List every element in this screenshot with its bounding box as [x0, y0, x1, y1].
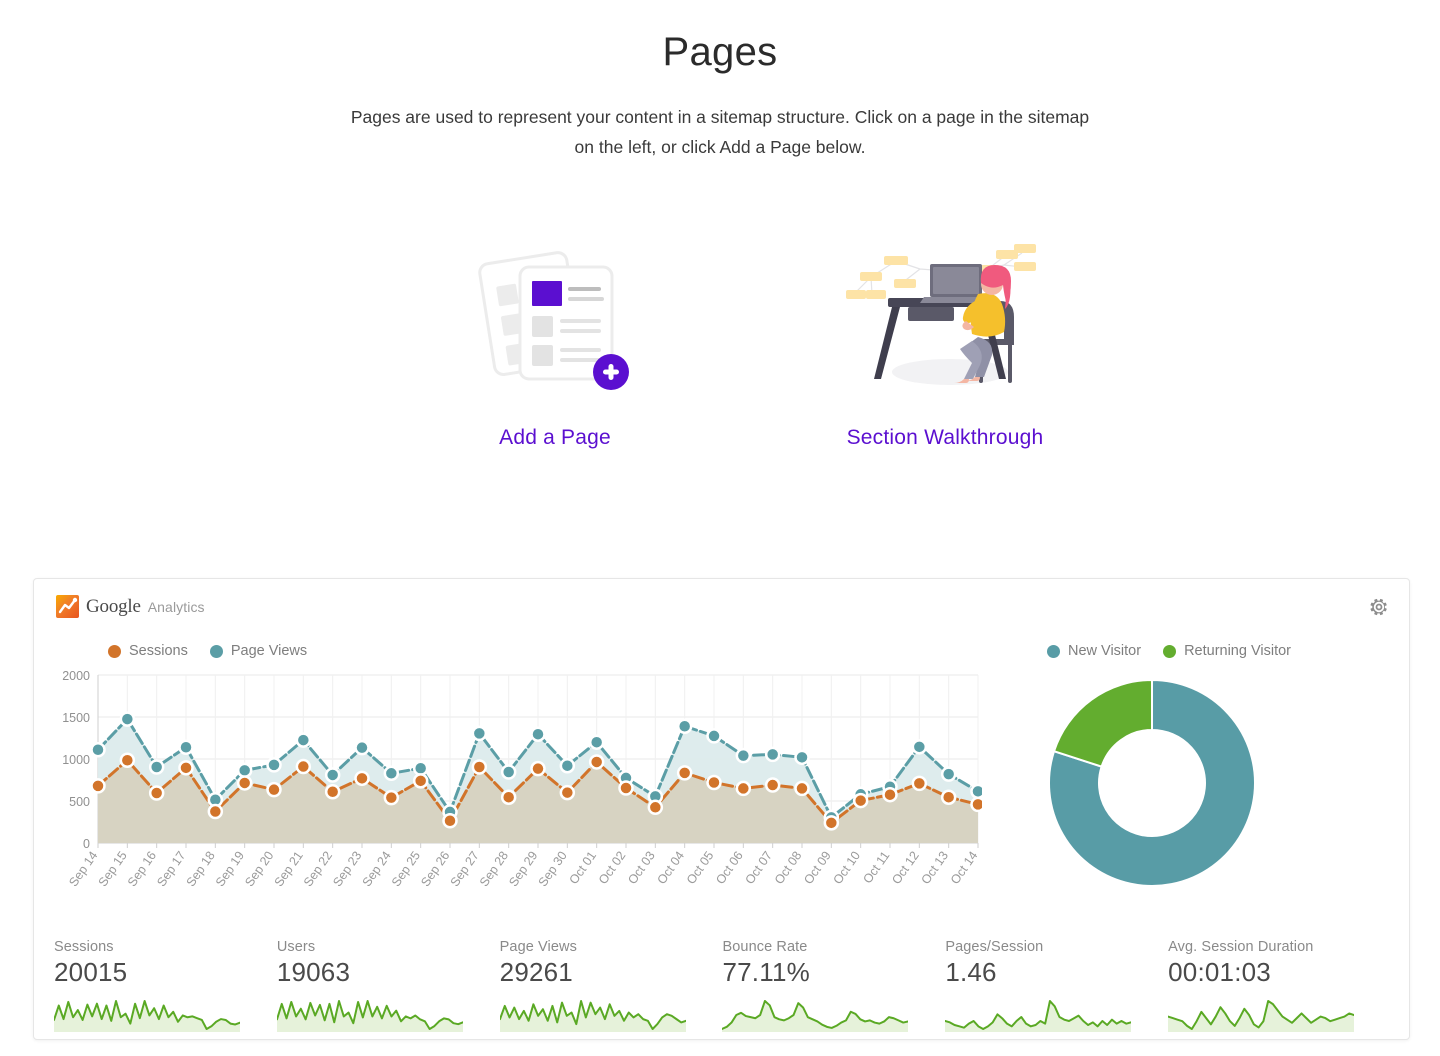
add-page-icon: [477, 251, 629, 390]
metric-page-views: Page Views 29261: [499, 939, 723, 1032]
svg-text:Sep 23: Sep 23: [330, 849, 364, 890]
svg-text:Sep 14: Sep 14: [66, 849, 100, 890]
new-visitor-color-dot: [1047, 644, 1060, 658]
svg-text:Sep 19: Sep 19: [213, 849, 247, 890]
section-walkthrough-tile[interactable]: Section Walkthrough: [820, 234, 1070, 450]
svg-text:Oct 05: Oct 05: [684, 849, 717, 887]
svg-text:Oct 06: Oct 06: [713, 849, 746, 887]
svg-text:Sep 15: Sep 15: [96, 849, 130, 890]
sessions-pageviews-line-chart: 0 500 1000 1500 2000 Sep 14 Sep 15 Sep 16 Sep 17…: [52, 667, 982, 917]
svg-text:Sep 25: Sep 25: [389, 849, 423, 890]
ga-brand: Google Analytics: [56, 595, 205, 618]
svg-text:Sep 28: Sep 28: [477, 849, 511, 890]
svg-text:Oct 14: Oct 14: [948, 849, 981, 887]
svg-text:Sep 20: Sep 20: [242, 849, 276, 890]
svg-text:Sep 22: Sep 22: [301, 849, 335, 890]
metric-label: Bounce Rate: [722, 939, 808, 955]
svg-text:Oct 10: Oct 10: [831, 849, 864, 887]
metric-value: 00:01:03: [1168, 957, 1271, 987]
metric-label: Pages/Session: [945, 939, 1044, 955]
metric-value: 1.46: [945, 957, 997, 987]
legend-item-sessions[interactable]: Sessions: [108, 643, 188, 659]
svg-text:Sep 16: Sep 16: [125, 849, 159, 890]
legend-label-new-visitor: New Visitor: [1068, 643, 1142, 659]
svg-text:Sep 21: Sep 21: [272, 849, 306, 890]
add-page-illustration: [468, 234, 643, 404]
legend-item-page-views[interactable]: Page Views: [209, 643, 308, 659]
metric-sparkline: [1168, 998, 1355, 1032]
svg-text:Oct 09: Oct 09: [801, 849, 834, 887]
line-chart-legend: Sessions Page Views: [108, 643, 307, 659]
legend-label-page-views: Page Views: [230, 643, 308, 659]
svg-text:Sep 27: Sep 27: [448, 849, 482, 890]
svg-text:Sep 17: Sep 17: [154, 849, 188, 890]
svg-text:Sep 18: Sep 18: [184, 849, 218, 890]
metric-pages-per-session: Pages/Session 1.46: [945, 939, 1168, 1032]
metric-sparkline: [499, 998, 686, 1032]
svg-text:Oct 04: Oct 04: [655, 849, 688, 887]
svg-text:Oct 03: Oct 03: [625, 849, 658, 887]
svg-text:Oct 07: Oct 07: [743, 849, 776, 887]
metric-label: Users: [276, 939, 316, 955]
metric-avg-session-duration: Avg. Session Duration 00:01:03: [1168, 939, 1391, 1032]
walkthrough-icon: [845, 244, 1036, 385]
svg-text:Sep 29: Sep 29: [506, 849, 540, 890]
ga-brand-google: Google: [86, 595, 141, 617]
metric-bounce-rate: Bounce Rate 77.11%: [722, 939, 945, 1032]
metric-label: Avg. Session Duration: [1168, 939, 1314, 955]
add-a-page-label: Add a Page: [499, 426, 611, 449]
legend-item-returning-visitor[interactable]: Returning Visitor: [1163, 643, 1291, 659]
metric-sparkline: [945, 998, 1132, 1032]
metric-sparkline: [54, 998, 240, 1032]
svg-text:Sep 26: Sep 26: [418, 849, 452, 890]
page-views-color-dot: [209, 644, 223, 658]
returning-visitor-color-dot: [1163, 644, 1177, 658]
svg-text:Oct 01: Oct 01: [567, 849, 600, 887]
svg-text:1500: 1500: [62, 711, 90, 725]
metrics-row: Sessions 20015 Users 19063 Page Views 29…: [54, 939, 1391, 1032]
svg-text:Oct 13: Oct 13: [919, 849, 952, 887]
ga-brand-analytics: Analytics: [147, 598, 205, 615]
metric-label: Page Views: [499, 939, 577, 955]
add-a-page-tile[interactable]: Add a Page: [430, 234, 680, 450]
pages-screen: Pages Pages are used to represent your c…: [0, 0, 1440, 1056]
metric-value: 20015: [54, 957, 128, 987]
visitor-type-donut-chart: [1034, 665, 1334, 915]
svg-text:Sep 24: Sep 24: [360, 849, 394, 890]
svg-text:1000: 1000: [62, 753, 90, 767]
google-analytics-card: Google Analytics Sessions Page Views New…: [33, 578, 1410, 1040]
metric-users: Users 19063: [276, 939, 500, 1032]
svg-text:Oct 12: Oct 12: [889, 849, 922, 887]
metric-value: 19063: [276, 957, 351, 987]
action-tiles: Add a Page Section Walkthrough: [0, 234, 1440, 450]
svg-text:500: 500: [69, 795, 90, 809]
walkthrough-illustration: [838, 234, 1053, 404]
legend-item-new-visitor[interactable]: New Visitor: [1047, 643, 1141, 659]
svg-text:Oct 02: Oct 02: [596, 849, 629, 887]
donut-chart-legend: New Visitor Returning Visitor: [1047, 643, 1291, 659]
section-walkthrough-label: Section Walkthrough: [846, 426, 1044, 449]
gear-icon[interactable]: [1367, 595, 1391, 619]
legend-label-returning-visitor: Returning Visitor: [1184, 643, 1291, 659]
metric-sparkline: [722, 998, 909, 1032]
sessions-color-dot: [108, 644, 121, 658]
svg-text:Oct 11: Oct 11: [860, 849, 892, 886]
metric-value: 29261: [499, 957, 573, 987]
page-description: Pages are used to represent your content…: [350, 107, 1090, 157]
svg-text:Oct 08: Oct 08: [772, 849, 805, 887]
page-title: Pages: [662, 30, 778, 74]
legend-label-sessions: Sessions: [129, 643, 188, 659]
google-analytics-logo-icon: [56, 595, 79, 618]
metric-sessions: Sessions 20015: [54, 939, 277, 1032]
metric-sparkline: [276, 998, 463, 1032]
metric-label: Sessions: [54, 939, 114, 955]
svg-text:2000: 2000: [62, 669, 90, 683]
svg-text:Sep 30: Sep 30: [536, 849, 570, 890]
metric-value: 77.11%: [722, 957, 810, 987]
